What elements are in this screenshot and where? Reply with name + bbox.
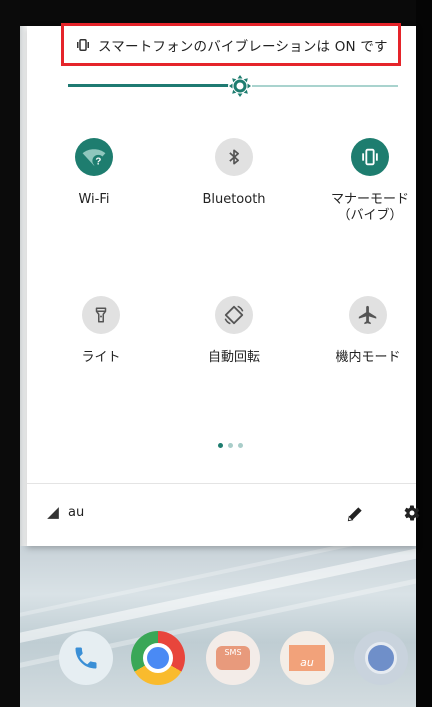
carrier-info: au (45, 505, 84, 520)
dock-chrome-app[interactable] (131, 631, 185, 685)
airplane-icon (358, 305, 377, 325)
mail-icon: au (289, 645, 325, 671)
auto-rotate-toggle[interactable] (215, 296, 253, 334)
bluetooth-toggle[interactable] (215, 138, 253, 176)
signal-icon (47, 506, 59, 519)
footer-divider (27, 483, 416, 484)
flashlight-toggle[interactable] (82, 296, 120, 334)
sms-icon: SMS (216, 646, 250, 670)
brightness-track-filled (68, 84, 240, 87)
tile-bluetooth[interactable]: Bluetooth (174, 138, 294, 208)
tile-auto-rotate[interactable]: 自動回転 (174, 296, 294, 366)
carrier-name: au (68, 505, 85, 520)
dock-camera-app[interactable] (354, 631, 408, 685)
tile-manner-mode[interactable]: マナーモード （バイブ） (310, 138, 430, 224)
dock-au-mail-app[interactable]: au (280, 631, 334, 685)
flashlight-icon (95, 307, 107, 323)
auto-rotate-icon (224, 305, 244, 325)
brightness-thumb-icon[interactable] (228, 74, 252, 98)
brightness-slider[interactable] (68, 74, 398, 98)
quick-settings-panel (27, 26, 416, 546)
airplane-mode-toggle[interactable] (349, 296, 387, 334)
left-frame (0, 0, 20, 707)
manner-mode-toggle[interactable] (351, 138, 389, 176)
brightness-track-empty (252, 85, 398, 87)
page-dot (228, 443, 233, 448)
chrome-icon (143, 643, 173, 673)
au-mail-label: au (300, 656, 314, 669)
page-indicator (218, 443, 243, 448)
phone-icon (75, 647, 97, 669)
dock-phone-app[interactable] (59, 631, 113, 685)
tile-flashlight[interactable]: ライト (41, 296, 161, 366)
tile-auto-rotate-label: 自動回転 (207, 350, 260, 365)
vibration-status-banner: スマートフォンのバイブレーションは ON です (61, 23, 401, 66)
tile-flashlight-label: ライト (81, 350, 121, 365)
tile-manner-mode-label: マナーモード （バイブ） (330, 192, 409, 223)
vibrate-icon (362, 148, 378, 166)
dock-sms-app[interactable]: SMS (206, 631, 260, 685)
vibrate-icon (77, 38, 89, 51)
tile-wifi[interactable]: ? Wi-Fi (34, 138, 154, 208)
tile-wifi-label: Wi-Fi (78, 192, 110, 207)
tile-airplane-mode-label: 機内モード (335, 350, 401, 365)
gear-icon[interactable] (403, 504, 421, 522)
sms-label: SMS (224, 648, 242, 657)
vibration-status-text: スマートフォンのバイブレーションは ON です (98, 38, 388, 55)
wifi-unknown-badge: ? (95, 157, 101, 168)
tile-bluetooth-label: Bluetooth (202, 192, 266, 207)
page-dot (238, 443, 243, 448)
wifi-toggle[interactable]: ? (75, 138, 113, 176)
camera-icon (365, 642, 397, 674)
wifi-unknown-icon: ? (82, 149, 106, 168)
panel-edge-shadow (20, 26, 27, 546)
pencil-icon[interactable] (345, 504, 365, 524)
tile-airplane-mode[interactable]: 機内モード (308, 296, 428, 366)
page-dot (218, 443, 223, 448)
bluetooth-icon (229, 149, 239, 165)
